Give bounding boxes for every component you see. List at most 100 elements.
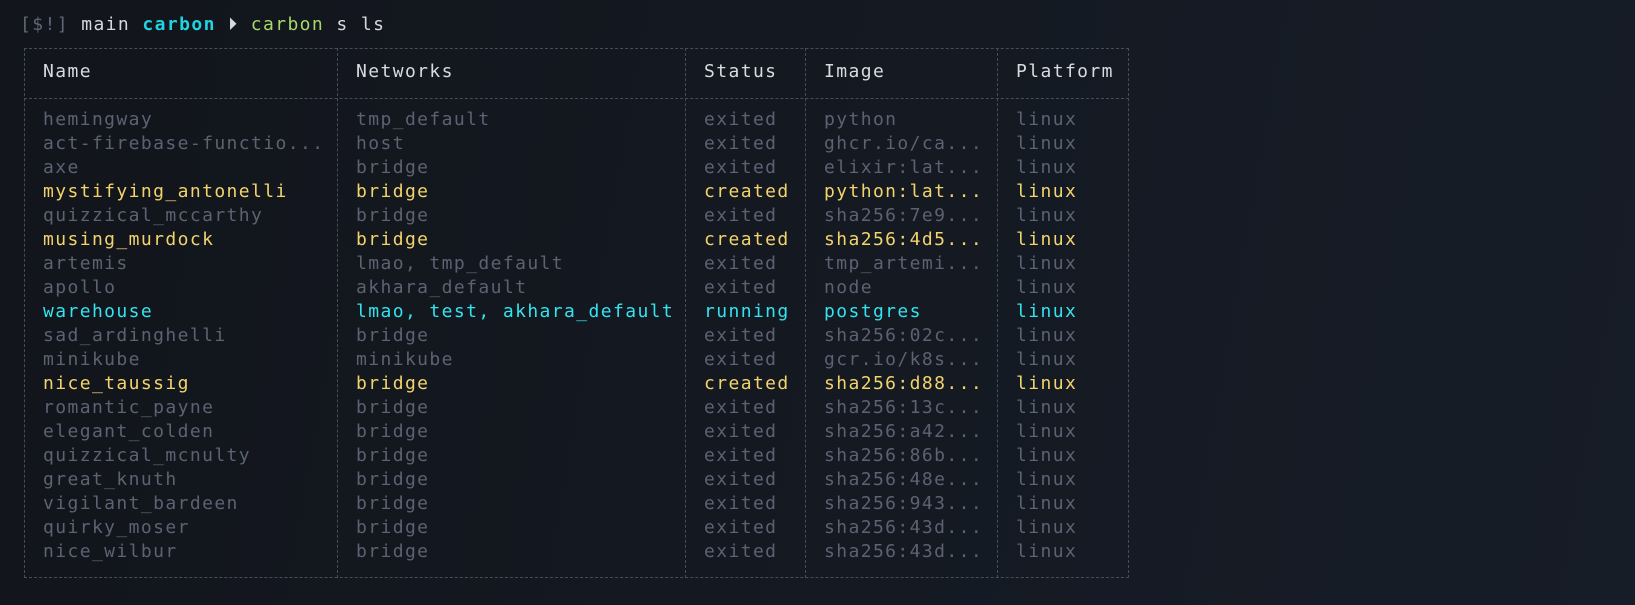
cell-networks: lmao, tmp_default — [356, 253, 565, 274]
cell-status: exited — [704, 205, 778, 226]
cell-image: sha256:d88... — [824, 373, 984, 394]
cell-platform: linux — [1016, 109, 1078, 130]
header-name: Name — [43, 61, 92, 82]
table-header: Name Networks Status Image Platform — [25, 60, 1128, 84]
cell-networks: host — [356, 133, 405, 154]
cell-image: ghcr.io/ca... — [824, 133, 984, 154]
cell-name: quirky_moser — [43, 517, 190, 538]
cell-networks: bridge — [356, 325, 430, 346]
cell-image: node — [824, 277, 873, 298]
cell-image: sha256:13c... — [824, 397, 984, 418]
cell-status: exited — [704, 541, 778, 562]
cell-name: warehouse — [43, 301, 154, 322]
cell-name: quizzical_mcnulty — [43, 445, 252, 466]
cell-name: minikube — [43, 349, 141, 370]
cell-image: sha256:43d... — [824, 541, 984, 562]
header-divider — [24, 98, 1129, 99]
cell-networks: bridge — [356, 493, 430, 514]
cell-image: gcr.io/k8s... — [824, 349, 984, 370]
cell-platform: linux — [1016, 445, 1078, 466]
cell-platform: linux — [1016, 301, 1078, 322]
cell-image: sha256:48e... — [824, 469, 984, 490]
cell-image: sha256:a42... — [824, 421, 984, 442]
cell-networks: bridge — [356, 181, 430, 202]
cell-status: created — [704, 373, 790, 394]
table-row: warehouse lmao, test, akhara_default runni… — [25, 300, 1128, 324]
cell-platform: linux — [1016, 229, 1078, 250]
cell-status: running — [704, 301, 790, 322]
table-row: great_knuth bridge exited sha256:48e... linu… — [25, 468, 1128, 492]
prompt-arrow-icon: ⏵ — [228, 14, 239, 35]
cell-image: postgres — [824, 301, 922, 322]
cell-status: exited — [704, 517, 778, 538]
cell-name: elegant_colden — [43, 421, 215, 442]
cell-status: exited — [704, 157, 778, 178]
cell-status: exited — [704, 277, 778, 298]
table-row: axe bridge exited elixir:lat... linux — [25, 156, 1128, 180]
cell-name: great_knuth — [43, 469, 178, 490]
shell-prompt: [$!] main carbon ⏵ carbon s ls — [20, 12, 385, 38]
table-row: mystifying_antonelli bridge created python:… — [25, 180, 1128, 204]
table-row: nice_taussig bridge created sha256:d88... li… — [25, 372, 1128, 396]
cell-networks: akhara_default — [356, 277, 528, 298]
cell-name: nice_wilbur — [43, 541, 178, 562]
cell-name: artemis — [43, 253, 129, 274]
cell-status: exited — [704, 253, 778, 274]
cell-platform: linux — [1016, 133, 1078, 154]
prompt-host: carbon — [142, 14, 216, 35]
cell-image: sha256:4d5... — [824, 229, 984, 250]
cell-networks: bridge — [356, 397, 430, 418]
cell-networks: bridge — [356, 205, 430, 226]
cell-networks: bridge — [356, 541, 430, 562]
table-row: elegant_colden bridge exited sha256:a42... l… — [25, 420, 1128, 444]
cell-name: vigilant_bardeen — [43, 493, 239, 514]
cell-platform: linux — [1016, 397, 1078, 418]
cell-networks: bridge — [356, 229, 430, 250]
cell-networks: bridge — [356, 469, 430, 490]
cell-status: exited — [704, 325, 778, 346]
containers-table: Name Networks Status Image Platform hemi… — [24, 48, 1129, 578]
cell-platform: linux — [1016, 277, 1078, 298]
cell-image: sha256:86b... — [824, 445, 984, 466]
header-networks: Networks — [356, 61, 454, 82]
table-row: musing_murdock bridge created sha256:4d5...… — [25, 228, 1128, 252]
cell-platform: linux — [1016, 325, 1078, 346]
cell-name: nice_taussig — [43, 373, 190, 394]
cell-image: sha256:43d... — [824, 517, 984, 538]
cell-platform: linux — [1016, 157, 1078, 178]
table-row: romantic_payne bridge exited sha256:13c... l… — [25, 396, 1128, 420]
prompt-branch: main — [81, 14, 131, 35]
cell-status: exited — [704, 133, 778, 154]
cell-platform: linux — [1016, 349, 1078, 370]
cell-platform: linux — [1016, 181, 1078, 202]
cell-image: python:lat... — [824, 181, 984, 202]
cell-status: exited — [704, 493, 778, 514]
cell-name: axe — [43, 157, 80, 178]
cell-name: romantic_payne — [43, 397, 215, 418]
cell-platform: linux — [1016, 541, 1078, 562]
cell-image: python — [824, 109, 898, 130]
cell-networks: tmp_default — [356, 109, 491, 130]
table-row: quirky_moser bridge exited sha256:43d... lin… — [25, 516, 1128, 540]
cell-platform: linux — [1016, 517, 1078, 538]
table-row: vigilant_bardeen bridge exited sha256:943..… — [25, 492, 1128, 516]
cell-networks: bridge — [356, 421, 430, 442]
cell-networks: bridge — [356, 373, 430, 394]
cell-name: hemingway — [43, 109, 154, 130]
cell-status: created — [704, 229, 790, 250]
cell-platform: linux — [1016, 469, 1078, 490]
table-row: minikube minikube exited gcr.io/k8s... linux — [25, 348, 1128, 372]
cell-name: musing_murdock — [43, 229, 215, 250]
table-row: sad_ardinghelli bridge exited sha256:02c...… — [25, 324, 1128, 348]
cell-networks: bridge — [356, 445, 430, 466]
cell-status: exited — [704, 349, 778, 370]
cell-name: sad_ardinghelli — [43, 325, 227, 346]
table-row: apollo akhara_default exited node linux — [25, 276, 1128, 300]
prompt-directory: carbon — [250, 14, 325, 35]
table-row: nice_wilbur bridge exited sha256:43d... linu… — [25, 540, 1128, 564]
cell-image: sha256:7e9... — [824, 205, 984, 226]
table-row: quizzical_mccarthy bridge exited sha256:7e9… — [25, 204, 1128, 228]
table-row: act-firebase-functio... host exited ghcr.io… — [25, 132, 1128, 156]
cell-status: exited — [704, 397, 778, 418]
cell-platform: linux — [1016, 373, 1078, 394]
